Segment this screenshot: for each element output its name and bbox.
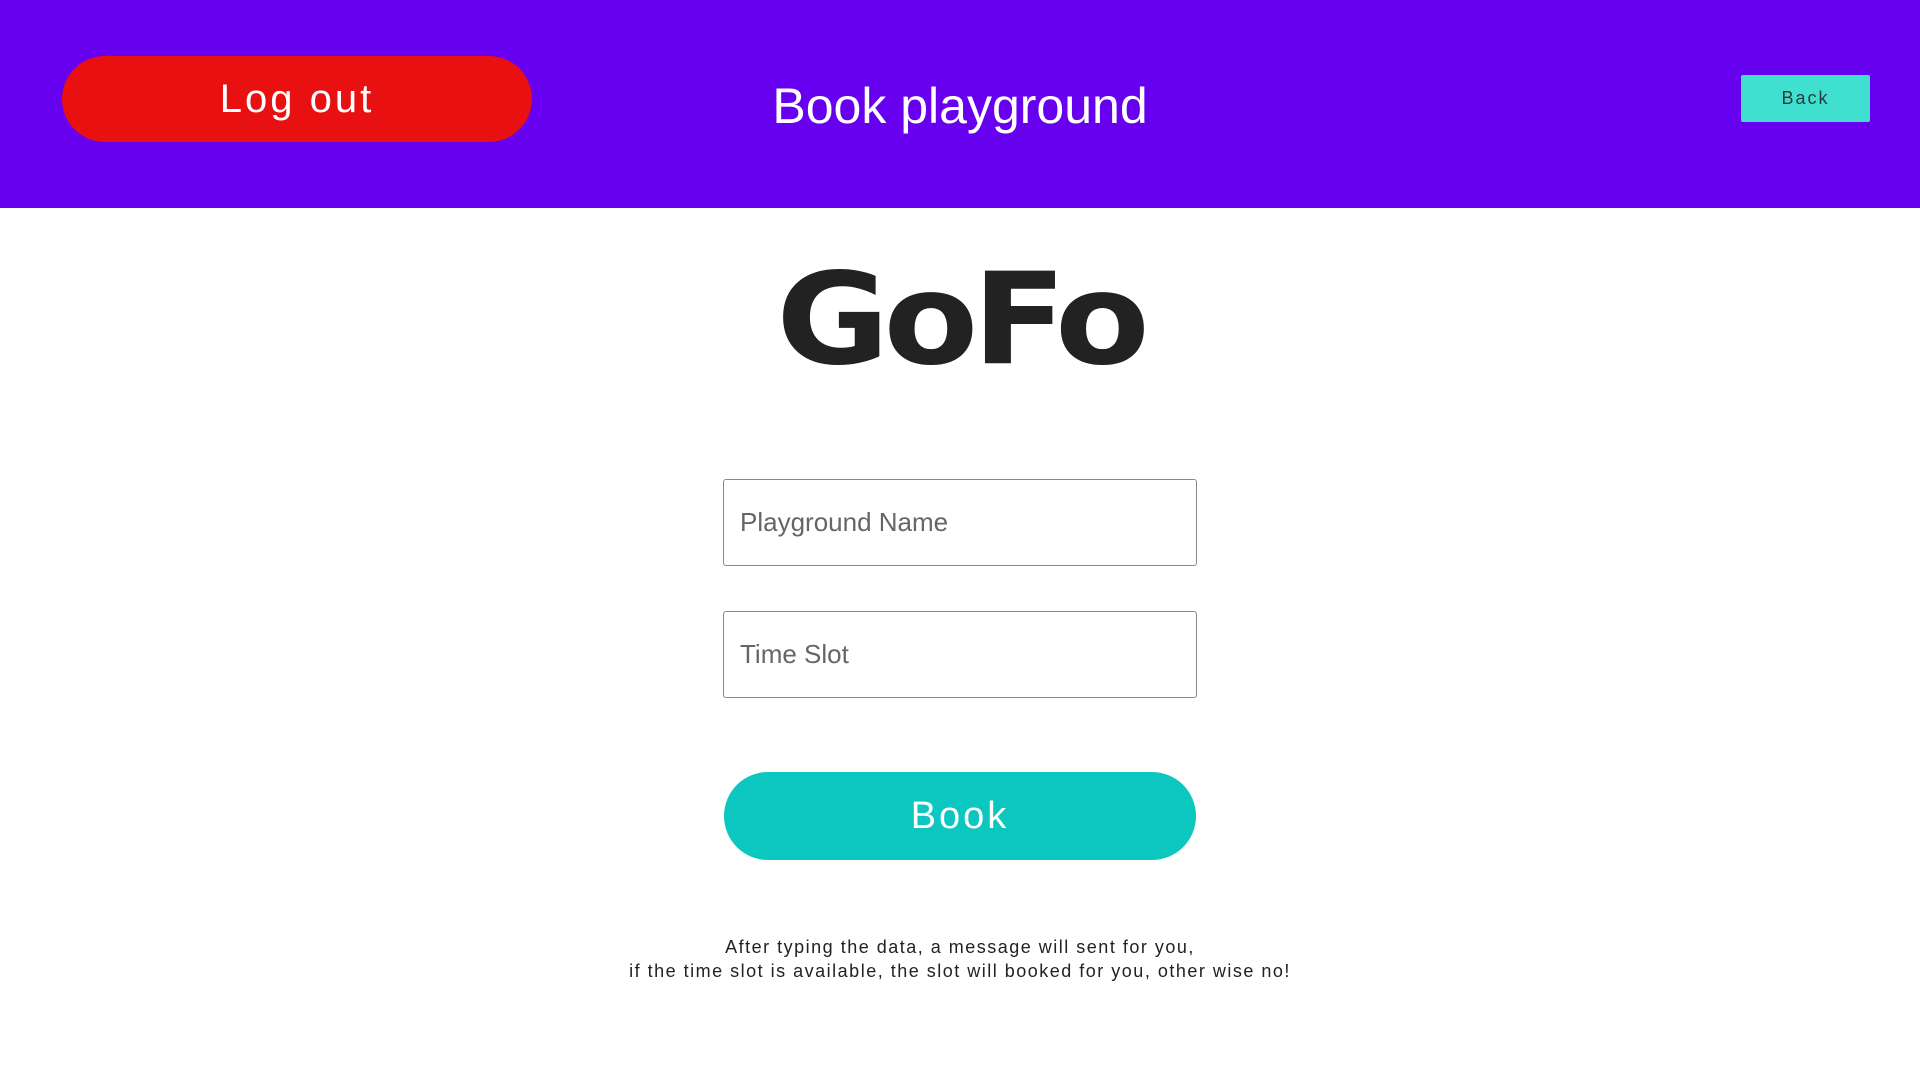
- logout-button[interactable]: Log out: [62, 56, 532, 142]
- gofo-logo: GoFo: [776, 245, 1150, 394]
- info-note-line-2: if the time slot is available, the slot …: [629, 961, 1291, 981]
- page-title: Book playground: [772, 78, 1148, 134]
- playground-name-input[interactable]: [723, 479, 1197, 566]
- info-note-line-1: After typing the data, a message will se…: [725, 937, 1195, 957]
- back-button[interactable]: Back: [1741, 75, 1870, 122]
- book-button[interactable]: Book: [724, 772, 1196, 860]
- time-slot-input[interactable]: [723, 611, 1197, 698]
- header-bar: Log out Book playground Back: [0, 0, 1920, 208]
- info-note: After typing the data, a message will se…: [460, 935, 1460, 983]
